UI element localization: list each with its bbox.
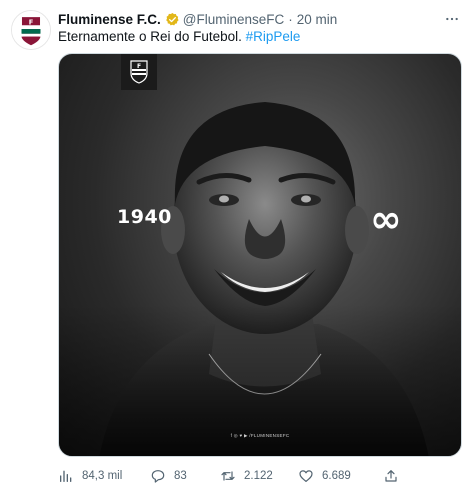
tweet-image[interactable]: F 1940 ∞ f ◎ ♥ ▶ /FLUMINENSEFC [58, 53, 462, 457]
timestamp[interactable]: 20 min [297, 12, 338, 27]
tweet[interactable]: F Fluminense F.C. @FluminenseFC · 20 min… [0, 0, 472, 498]
replies-count: 83 [174, 470, 187, 482]
reply-bubble-icon [151, 470, 165, 483]
verified-badge-icon [165, 12, 180, 27]
svg-text:F: F [29, 18, 34, 26]
fluminense-crest-icon: F [130, 60, 148, 84]
likes-count: 6.689 [322, 470, 351, 482]
more-dots-icon [446, 17, 458, 21]
avatar[interactable]: F [11, 10, 51, 50]
share-upload-icon [385, 470, 397, 482]
author-name[interactable]: Fluminense F.C. [58, 12, 161, 27]
retweet-button[interactable]: 2.122 [220, 468, 273, 484]
more-options-button[interactable] [442, 9, 462, 29]
views-count: 84,3 mil [82, 470, 123, 482]
retweet-arrows-icon [221, 471, 235, 481]
svg-text:F: F [137, 63, 141, 70]
views-button[interactable]: 84,3 mil [58, 468, 122, 484]
retweets-count: 2.122 [244, 470, 273, 482]
reply-button[interactable]: 83 [150, 468, 187, 484]
club-crest-badge: F [121, 54, 157, 90]
like-button[interactable]: 6.689 [298, 468, 351, 484]
birth-year: 1940 [117, 206, 172, 228]
share-button[interactable] [383, 468, 399, 484]
fluminense-crest-icon: F [12, 11, 50, 49]
views-chart-icon [60, 470, 72, 482]
hashtag-link[interactable]: #RipPele [246, 29, 301, 44]
portrait-photo [59, 102, 461, 456]
tweet-text: Eternamente o Rei do Futebol. #RipPele [58, 28, 300, 46]
heart-icon [299, 470, 313, 482]
separator: · [288, 11, 293, 27]
infinity-symbol: ∞ [370, 197, 402, 241]
tweet-body: Eternamente o Rei do Futebol. [58, 29, 242, 44]
tweet-header: Fluminense F.C. @FluminenseFC · 20 min [58, 9, 337, 29]
social-footer-tag: f ◎ ♥ ▶ /FLUMINENSEFC [230, 433, 290, 438]
tweet-actions: 84,3 mil 83 2.122 6.689 [58, 466, 462, 486]
author-handle[interactable]: @FluminenseFC [183, 12, 284, 27]
